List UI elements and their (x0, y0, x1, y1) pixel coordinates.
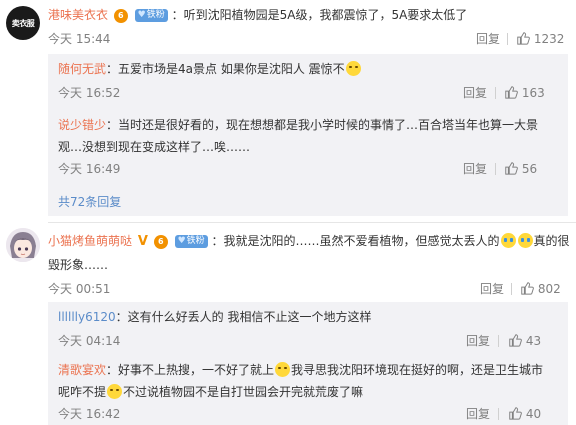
reply-text: 呢咋不提 (58, 385, 107, 399)
heart-icon: ♥ (177, 236, 186, 246)
reply-username[interactable]: 随何无武 (58, 62, 106, 76)
comment-text: ：听到沈阳植物园是5A级，我都震惊了，5A要求太低了 (171, 8, 468, 22)
reply-button[interactable]: 回复 (466, 405, 490, 423)
thumbs-up-icon (517, 32, 530, 45)
like-count: 56 (521, 162, 538, 176)
like-count: 163 (521, 86, 545, 100)
reply-text: ：五爱市场是4a景点 如果你是沈阳人 震惊不 (106, 62, 345, 76)
divider (498, 408, 499, 420)
reply-text: ：当时还是很好看的，现在想想都是我小学时候的事情了…百合塔当年也算一大景 (106, 118, 539, 132)
smile-emoji-icon (107, 384, 123, 399)
divider (507, 33, 508, 45)
like-button[interactable]: 163 (504, 84, 545, 102)
more-replies-link[interactable]: 共72条回复 (58, 193, 121, 211)
reply-item: 随何无武：五爱市场是4a景点 如果你是沈阳人 震惊不 (58, 60, 362, 78)
comment-username[interactable]: 小猫烤鱼萌萌哒 (48, 234, 132, 248)
like-count: 1232 (533, 32, 565, 46)
like-button[interactable]: 56 (504, 160, 537, 178)
comment-time: 今天 15:44 (48, 32, 111, 46)
smile-emoji-icon (345, 61, 361, 76)
reply-text: 我寻思我沈阳环境现在挺好的啊，还是卫生城市 (291, 363, 544, 377)
comment-time: 今天 00:51 (48, 282, 111, 296)
avatar[interactable] (6, 228, 40, 262)
divider (495, 163, 496, 175)
reply-button[interactable]: 回复 (466, 332, 490, 350)
reply-time: 今天 16:42 (58, 407, 121, 421)
cry-laugh-emoji-icon (500, 233, 516, 248)
verified-icon: V (137, 234, 148, 249)
divider (511, 283, 512, 295)
reply-button[interactable]: 回复 (463, 160, 487, 178)
avatar-text: 卖衣服 (11, 18, 35, 28)
thumbs-up-icon (521, 282, 534, 295)
reply-username[interactable]: lllllly6120 (58, 310, 116, 324)
vip-badge: 6 (153, 234, 168, 249)
comment-username[interactable]: 港味美衣衣 (48, 8, 108, 22)
comment-text: 真的很 (533, 234, 570, 248)
like-count: 802 (537, 282, 561, 296)
avatar[interactable]: 卖衣服 (6, 6, 40, 40)
reply-button[interactable]: 回复 (476, 30, 500, 48)
divider (495, 87, 496, 99)
thumbs-up-icon (509, 407, 522, 420)
reply-text: 不过说植物园不是自打世园会开完就荒废了嘛 (123, 385, 364, 399)
reply-list (48, 54, 568, 216)
divider (498, 335, 499, 347)
smile-emoji-icon (275, 362, 291, 377)
like-count: 43 (525, 334, 542, 348)
reply-time: 今天 04:14 (58, 334, 121, 348)
anime-avatar-icon (6, 228, 40, 262)
reply-text-continued: 观…没想到现在变成这样了…唉…… (58, 140, 251, 154)
reply-time: 今天 16:52 (58, 86, 121, 100)
reply-username[interactable]: 清歌宴欢 (58, 363, 106, 377)
like-button[interactable]: 802 (520, 280, 561, 298)
reply-username[interactable]: 说少错少 (58, 118, 106, 132)
reply-text-continued: 呢咋不提 不过说植物园不是自打世园会开完就荒废了嘛 (58, 383, 363, 401)
fan-badge: ♥铁粉 (134, 9, 168, 22)
reply-text: ：好事不上热搜，一不好了就上 (106, 363, 275, 377)
thumbs-up-icon (505, 86, 518, 99)
reply-item: 清歌宴欢：好事不上热搜，一不好了就上 我寻思我沈阳环境现在挺好的啊，还是卫生城市 (58, 361, 543, 379)
fan-badge: ♥铁粉 (174, 235, 208, 248)
reply-button[interactable]: 回复 (463, 84, 487, 102)
reply-text: ：这有什么好丢人的 我相信不止这一个地方这样 (115, 310, 372, 324)
comment-text: ：我就是沈阳的……虽然不爱看植物，但感觉太丢人的 (211, 234, 500, 248)
like-button[interactable]: 1232 (516, 30, 564, 48)
reply-time: 今天 16:49 (58, 162, 121, 176)
like-button[interactable]: 40 (508, 405, 541, 423)
vip-badge: 6 (113, 8, 128, 23)
heart-icon: ♥ (137, 10, 146, 20)
like-count: 40 (525, 407, 542, 421)
thumbs-up-icon (505, 162, 518, 175)
cry-laugh-emoji-icon (517, 233, 533, 248)
reply-item: lllllly6120：这有什么好丢人的 我相信不止这一个地方这样 (58, 308, 371, 326)
comment-text-continued: 毁形象…… (48, 258, 109, 272)
comment-1-header: 港味美衣衣 6 ♥铁粉 ：听到沈阳植物园是5A级，我都震惊了，5A要求太低了 (48, 6, 467, 24)
comment-2-header: 小猫烤鱼萌萌哒 V 6 ♥铁粉 ：我就是沈阳的……虽然不爱看植物，但感觉太丢人的… (48, 232, 570, 251)
reply-button[interactable]: 回复 (480, 280, 504, 298)
comment-divider (48, 222, 576, 223)
like-button[interactable]: 43 (508, 332, 541, 350)
thumbs-up-icon (509, 334, 522, 347)
reply-item: 说少错少：当时还是很好看的，现在想想都是我小学时候的事情了…百合塔当年也算一大景 (58, 116, 538, 134)
